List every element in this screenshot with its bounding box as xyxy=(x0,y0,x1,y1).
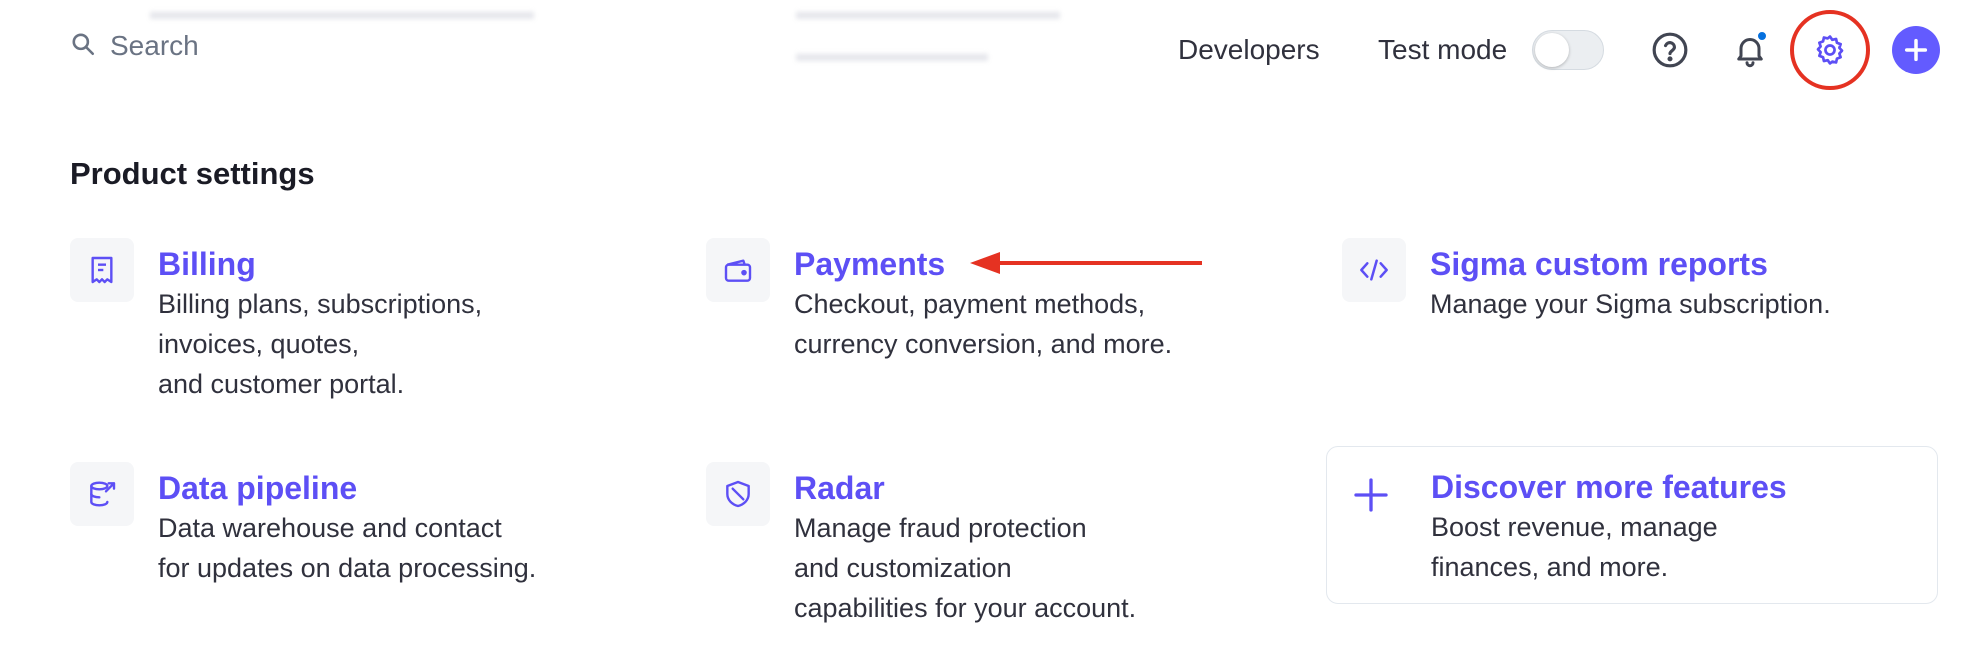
help-icon xyxy=(1652,32,1688,68)
shield-icon xyxy=(706,462,770,526)
sigma-link[interactable]: Sigma custom reports xyxy=(1430,244,1831,284)
test-mode-toggle[interactable] xyxy=(1532,30,1604,70)
radar-description: Manage fraud protection and customizatio… xyxy=(794,513,1137,623)
annotation-arrow xyxy=(970,252,1202,274)
code-icon xyxy=(1342,238,1406,302)
payments-description: Checkout, payment methods, currency conv… xyxy=(794,289,1173,359)
developers-link[interactable]: Developers xyxy=(1178,34,1320,66)
billing-description: Billing plans, subscriptions, invoices, … xyxy=(158,289,483,399)
settings-button[interactable] xyxy=(1808,28,1852,72)
search-icon xyxy=(70,31,96,62)
plus-icon xyxy=(1904,38,1928,62)
help-button[interactable] xyxy=(1648,28,1692,72)
wallet-icon xyxy=(706,238,770,302)
blurred-background-text: ▬▬▬▬▬▬▬▬▬▬▬ xyxy=(796,0,1060,25)
blurred-background-text: ▬▬▬▬▬▬▬▬▬▬▬▬▬▬▬▬ xyxy=(150,0,534,25)
settings-card-billing: Billing Billing plans, subscriptions, in… xyxy=(70,238,482,404)
section-title: Product settings xyxy=(70,156,315,191)
discover-more-link[interactable]: Discover more features xyxy=(1431,467,1787,507)
data-pipeline-link[interactable]: Data pipeline xyxy=(158,468,536,508)
notifications-button[interactable] xyxy=(1728,28,1772,72)
data-pipeline-description: Data warehouse and contact for updates o… xyxy=(158,513,537,583)
plus-icon xyxy=(1354,478,1388,512)
gear-icon xyxy=(1816,35,1844,65)
test-mode-label: Test mode xyxy=(1378,34,1508,65)
settings-card-radar: Radar Manage fraud protection and custom… xyxy=(706,462,1136,628)
receipt-icon xyxy=(70,238,134,302)
radar-link[interactable]: Radar xyxy=(794,468,1136,508)
search-bar[interactable] xyxy=(70,30,410,62)
search-input[interactable] xyxy=(110,30,410,62)
toggle-knob xyxy=(1535,33,1569,67)
create-button[interactable] xyxy=(1892,26,1940,74)
billing-link[interactable]: Billing xyxy=(158,244,482,284)
notification-dot xyxy=(1756,30,1768,42)
database-export-icon xyxy=(70,462,134,526)
settings-card-data-pipeline: Data pipeline Data warehouse and contact… xyxy=(70,462,536,588)
sigma-description: Manage your Sigma subscription. xyxy=(1430,289,1831,319)
discover-more-description: Boost revenue, manage finances, and more… xyxy=(1431,512,1718,582)
blurred-background-text: ▬▬▬▬▬▬▬▬ xyxy=(796,40,988,67)
settings-card-sigma: Sigma custom reports Manage your Sigma s… xyxy=(1342,238,1831,324)
discover-more-card[interactable]: Discover more features Boost revenue, ma… xyxy=(1326,446,1938,604)
